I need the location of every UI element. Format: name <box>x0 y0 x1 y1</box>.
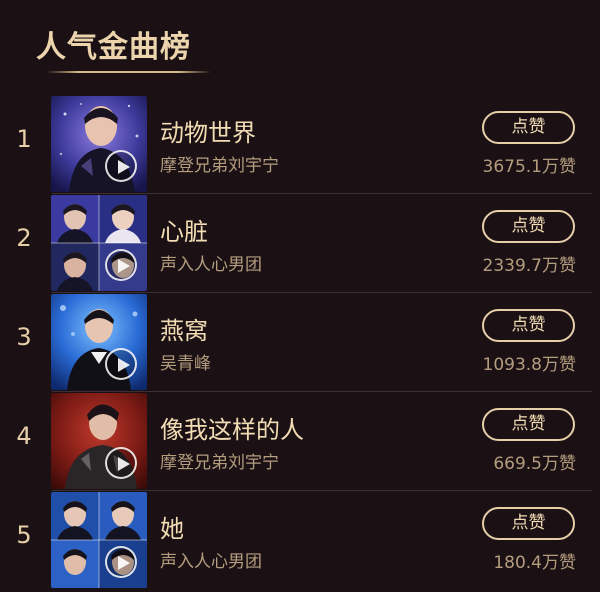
like-count: 669.5万赞 <box>493 454 576 474</box>
artist-name[interactable]: 摩登兄弟刘宇宁 <box>160 448 279 473</box>
thumbnail-image <box>51 492 147 588</box>
like-button[interactable]: 点赞 <box>482 210 575 243</box>
song-row[interactable]: 3 燕窝 吴青峰 点赞 1093.8万赞 <box>0 293 600 392</box>
rank-number: 1 <box>16 125 32 153</box>
song-thumbnail[interactable] <box>51 96 147 192</box>
song-list: 1 动物世界 摩登兄弟刘宇宁 点赞 3675.1万赞 2 心脏 声入人心男团 点… <box>0 95 600 590</box>
artist-name[interactable]: 摩登兄弟刘宇宁 <box>160 151 279 176</box>
thumbnail-image <box>51 393 147 489</box>
thumbnail-image <box>51 96 147 192</box>
song-title[interactable]: 像我这样的人 <box>160 410 304 445</box>
rank-number: 3 <box>16 323 32 351</box>
song-row[interactable]: 2 心脏 声入人心男团 点赞 2339.7万赞 <box>0 194 600 293</box>
title-underline <box>46 71 211 73</box>
song-title[interactable]: 动物世界 <box>160 113 256 148</box>
play-circle-icon[interactable] <box>105 447 137 479</box>
like-count: 2339.7万赞 <box>482 256 576 276</box>
thumbnail-image <box>51 195 147 291</box>
rank-number: 5 <box>16 521 32 549</box>
like-button[interactable]: 点赞 <box>482 309 575 342</box>
song-title[interactable]: 心脏 <box>160 212 208 247</box>
like-count: 180.4万赞 <box>493 553 576 573</box>
song-thumbnail[interactable] <box>51 393 147 489</box>
like-button[interactable]: 点赞 <box>482 111 575 144</box>
song-row[interactable]: 5 她 声入人心男团 点赞 180.4万赞 <box>0 491 600 590</box>
song-row[interactable]: 4 像我这样的人 摩登兄弟刘宇宁 点赞 669.5万赞 <box>0 392 600 491</box>
song-title[interactable]: 燕窝 <box>160 311 208 346</box>
song-thumbnail[interactable] <box>51 492 147 588</box>
play-circle-icon[interactable] <box>105 348 137 380</box>
song-thumbnail[interactable] <box>51 195 147 291</box>
chart-page: 人气金曲榜 1 动物世界 摩登兄弟刘宇宁 点赞 3675.1万赞 2 心脏 声入… <box>0 0 600 592</box>
artist-name[interactable]: 声入人心男团 <box>160 547 262 572</box>
play-circle-icon[interactable] <box>105 546 137 578</box>
like-button[interactable]: 点赞 <box>482 507 575 540</box>
like-count: 1093.8万赞 <box>482 355 576 375</box>
chart-header: 人气金曲榜 <box>36 28 216 76</box>
rank-number: 4 <box>16 422 32 450</box>
like-button[interactable]: 点赞 <box>482 408 575 441</box>
thumbnail-image <box>51 294 147 390</box>
play-circle-icon[interactable] <box>105 150 137 182</box>
song-title[interactable]: 她 <box>160 509 184 544</box>
artist-name[interactable]: 声入人心男团 <box>160 250 262 275</box>
artist-name[interactable]: 吴青峰 <box>160 349 211 374</box>
chart-title: 人气金曲榜 <box>36 30 191 65</box>
play-circle-icon[interactable] <box>105 249 137 281</box>
rank-number: 2 <box>16 224 32 252</box>
like-count: 3675.1万赞 <box>482 157 576 177</box>
song-row[interactable]: 1 动物世界 摩登兄弟刘宇宁 点赞 3675.1万赞 <box>0 95 600 194</box>
song-thumbnail[interactable] <box>51 294 147 390</box>
